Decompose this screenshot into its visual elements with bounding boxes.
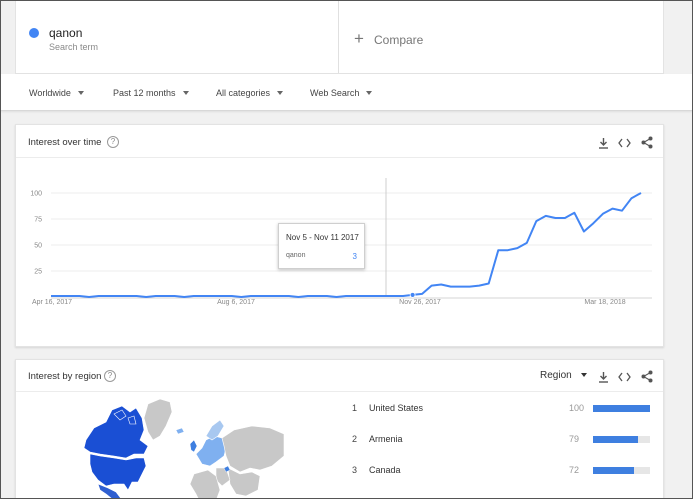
filter-location-label: Worldwide xyxy=(29,88,71,98)
region-value: 79 xyxy=(569,434,580,444)
filter-time-label: Past 12 months xyxy=(113,88,176,98)
card-title: Interest by region xyxy=(28,371,102,382)
chevron-down-icon xyxy=(277,91,284,95)
map-uk[interactable] xyxy=(189,439,198,453)
region-name[interactable]: Armenia xyxy=(369,434,403,444)
chart-tooltip: Nov 5 - Nov 11 2017 qanon 3 xyxy=(278,223,365,269)
region-bar-fill xyxy=(593,467,635,474)
tooltip-date: Nov 5 - Nov 11 2017 xyxy=(286,233,359,242)
map-greenland[interactable] xyxy=(143,398,173,441)
region-rank: 3 xyxy=(352,465,358,475)
filter-time-range[interactable]: Past 12 months xyxy=(113,88,189,98)
region-bar-track xyxy=(593,405,650,412)
search-term-card[interactable]: qanon Search term xyxy=(16,0,339,73)
map-scandinavia[interactable] xyxy=(205,419,225,441)
embed-icon[interactable] xyxy=(618,372,631,382)
term-name[interactable]: qanon xyxy=(49,26,82,40)
share-icon[interactable] xyxy=(641,136,653,149)
map-russia[interactable] xyxy=(221,425,285,473)
region-bar-fill xyxy=(593,405,650,412)
region-row[interactable]: 3 Canada 72 xyxy=(352,465,652,479)
search-term-bar: qanon Search term + Compare xyxy=(15,0,664,74)
map-africa[interactable] xyxy=(189,469,221,499)
tooltip-value: 3 xyxy=(352,252,357,261)
filter-location[interactable]: Worldwide xyxy=(29,88,84,98)
share-icon[interactable] xyxy=(641,370,653,383)
embed-icon[interactable] xyxy=(618,138,631,148)
chevron-down-icon xyxy=(580,373,587,377)
region-resolution-label: Region xyxy=(540,370,572,381)
region-value: 72 xyxy=(569,465,580,475)
compare-button[interactable]: + Compare xyxy=(339,0,663,73)
region-row[interactable]: 1 United States 100 xyxy=(352,403,652,417)
map-asia[interactable] xyxy=(227,467,261,497)
filter-bar: Worldwide Past 12 months All categories … xyxy=(0,74,693,111)
region-name[interactable]: Canada xyxy=(369,465,401,475)
help-icon[interactable]: ? xyxy=(107,136,119,148)
card-divider xyxy=(16,157,663,158)
chevron-down-icon xyxy=(366,91,373,95)
filter-category-label: All categories xyxy=(216,88,271,98)
compare-label: Compare xyxy=(374,33,424,47)
region-row[interactable]: 2 Armenia 79 xyxy=(352,434,652,448)
region-bar-fill xyxy=(593,436,639,443)
region-rank: 2 xyxy=(352,434,358,444)
plus-icon: + xyxy=(354,29,364,48)
chevron-down-icon xyxy=(77,91,84,95)
help-icon[interactable]: ? xyxy=(104,370,116,382)
filter-category[interactable]: All categories xyxy=(216,88,284,98)
filter-search-type[interactable]: Web Search xyxy=(310,88,373,98)
term-color-dot xyxy=(29,28,39,38)
download-icon[interactable] xyxy=(598,371,609,383)
term-subtitle: Search term xyxy=(49,42,99,52)
card-divider xyxy=(16,391,663,392)
region-name[interactable]: United States xyxy=(369,403,423,413)
region-bar-track xyxy=(593,436,650,443)
region-resolution-select[interactable]: Region xyxy=(540,370,587,381)
chevron-down-icon xyxy=(182,91,189,95)
map-iceland[interactable] xyxy=(175,427,185,435)
map-mexico[interactable] xyxy=(97,483,122,499)
world-map[interactable] xyxy=(56,396,286,499)
download-icon[interactable] xyxy=(598,137,609,149)
map-europe[interactable] xyxy=(195,435,227,467)
region-rank: 1 xyxy=(352,403,358,413)
tooltip-term: qanon xyxy=(286,252,306,259)
card-title: Interest over time xyxy=(28,137,102,148)
region-bar-track xyxy=(593,467,650,474)
region-value: 100 xyxy=(569,403,585,413)
filter-search-type-label: Web Search xyxy=(310,88,360,98)
